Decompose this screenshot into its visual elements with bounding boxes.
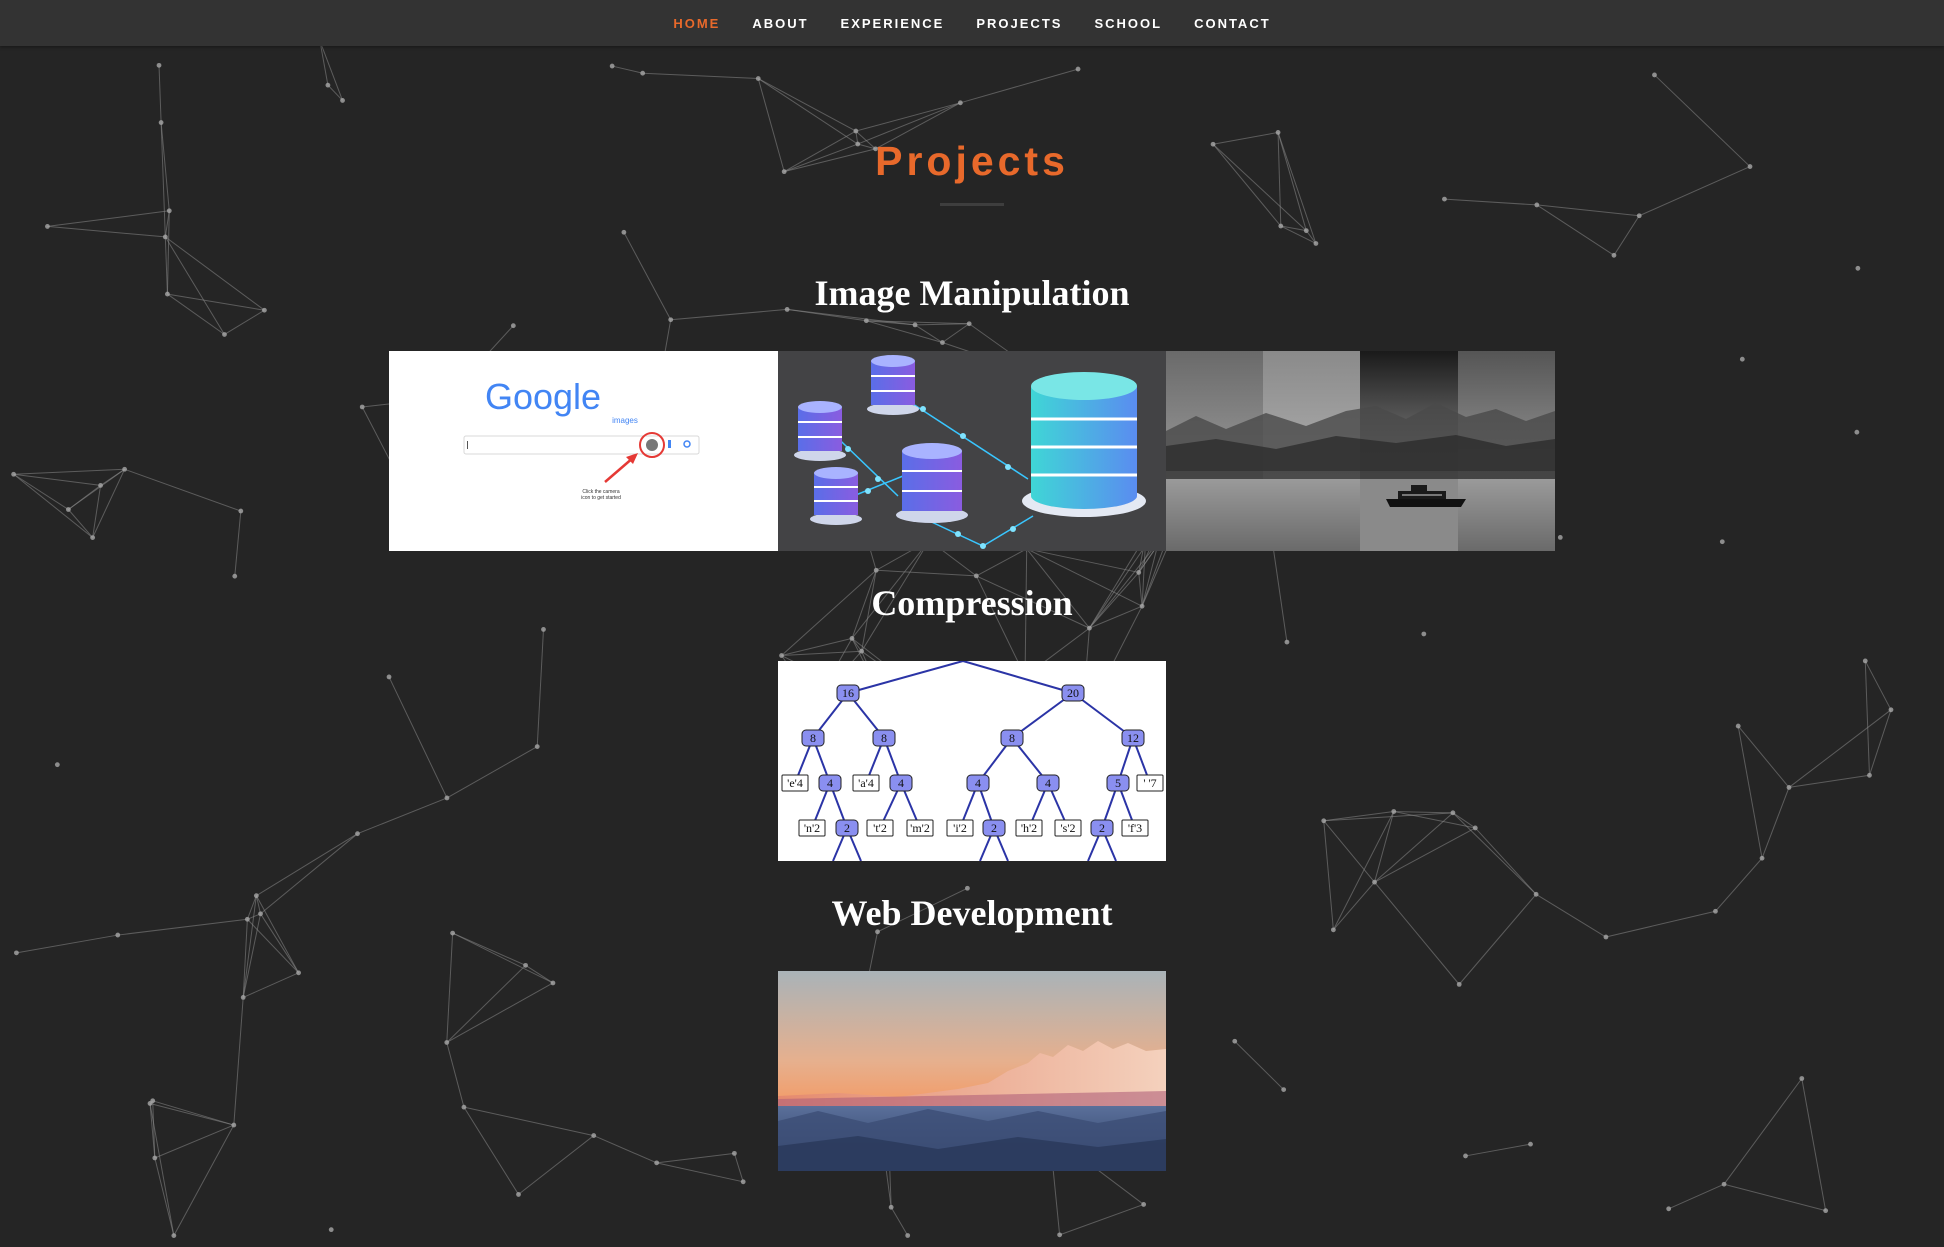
tree-node-label: 'e'4: [787, 776, 803, 790]
project-thumb-mountain-sunset[interactable]: [778, 971, 1166, 1171]
category-title-image-manipulation: Image Manipulation: [814, 273, 1130, 313]
tree-node-label: 5: [1115, 776, 1121, 790]
category-title-web-development: Web Development: [831, 893, 1113, 933]
nav-school[interactable]: SCHOOL: [1094, 16, 1162, 31]
tree-node-label: 8: [881, 731, 887, 745]
google-logo: Google: [485, 376, 601, 417]
tree-node-label: 12: [1127, 731, 1139, 745]
camera-icon[interactable]: [646, 439, 658, 451]
title-underline: [940, 203, 1004, 206]
nav-projects[interactable]: PROJECTS: [976, 16, 1062, 31]
tree-node-label: 's'2: [1061, 821, 1076, 835]
page-title: Projects: [875, 138, 1069, 184]
tree-node-label: 4: [827, 776, 833, 790]
nav-home[interactable]: HOME: [673, 16, 720, 31]
tree-node-label: 't'2: [873, 821, 887, 835]
tree-node-label: 16: [842, 686, 854, 700]
tree-node-label: 'h'2: [1021, 821, 1037, 835]
google-caption-line2: icon to get started: [581, 495, 621, 501]
tree-node-label: 2: [844, 821, 850, 835]
nav-experience[interactable]: EXPERIENCE: [841, 16, 945, 31]
tree-node-label: 2: [1099, 821, 1105, 835]
google-logo-sub: images: [612, 416, 638, 425]
database-icon-small-1: [867, 355, 919, 415]
database-icon-small-3: [810, 467, 862, 525]
project-thumb-grayscale-landscape[interactable]: [1166, 351, 1555, 551]
tree-node-label: 8: [1009, 731, 1015, 745]
mic-icon[interactable]: [668, 440, 671, 448]
database-icon-small-2: [794, 401, 846, 461]
tree-node-label: 20: [1067, 686, 1079, 700]
category-title-compression: Compression: [871, 583, 1073, 623]
tree-node-label: 'a'4: [858, 776, 874, 790]
tree-node-label: 4: [975, 776, 981, 790]
tree-node-label: 'i'2: [953, 821, 967, 835]
tree-node-label: 2: [991, 821, 997, 835]
tree-node-label: 4: [1045, 776, 1051, 790]
project-thumb-huffman-tree[interactable]: 16 20 8 8 8 12 'e'4 4 'a'4 4 4 4 5 ' '7 'n'2 2 't'2 'm'2 '…: [778, 661, 1166, 861]
tree-nodes: 16 20 8 8 8 12 'e'4 4 'a'4 4 4 4 5 ' '7 'n'2 2 't'2 'm'2 '…: [781, 684, 1164, 837]
nav-contact[interactable]: CONTACT: [1194, 16, 1271, 31]
tree-node-label: 'm'2: [910, 821, 930, 835]
tree-node-label: 'f'3: [1128, 821, 1142, 835]
top-navbar: HOME ABOUT EXPERIENCE PROJECTS SCHOOL CO…: [0, 0, 1944, 46]
tree-node-label: ' '7: [1143, 776, 1156, 790]
tree-node-label: 4: [898, 776, 904, 790]
tree-node-label: 8: [810, 731, 816, 745]
tree-node-label: 'n'2: [804, 821, 820, 835]
database-icon-large: [1022, 372, 1146, 517]
database-icon-medium: [896, 443, 968, 523]
project-thumb-databases[interactable]: [778, 351, 1166, 551]
nav-about[interactable]: ABOUT: [752, 16, 808, 31]
project-thumb-google-search[interactable]: Google images Click the camera icon to g…: [389, 351, 778, 551]
